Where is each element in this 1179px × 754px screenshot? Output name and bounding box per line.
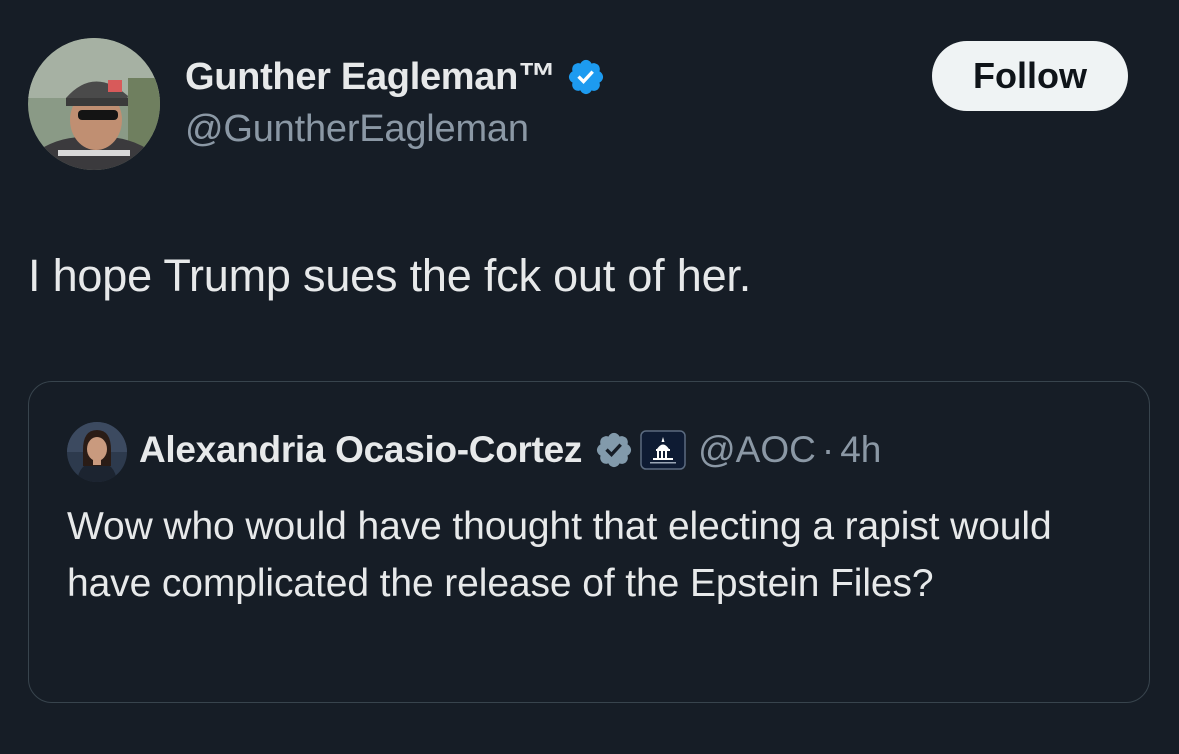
verified-badge-icon [568, 59, 603, 95]
quoted-timestamp[interactable]: 4h [840, 429, 881, 471]
tweet: Gunther Eagleman™ @GuntherEagleman Follo… [0, 0, 1179, 754]
quoted-avatar[interactable] [67, 422, 127, 482]
author-name-row: Gunther Eagleman™ [185, 54, 606, 100]
quoted-tweet[interactable]: Alexandria Ocasio-Cortez @AOC · 4h Wow w… [28, 381, 1150, 703]
quoted-avatar-image [67, 422, 127, 482]
author-display-name[interactable]: Gunther Eagleman™ [185, 56, 556, 99]
quoted-display-name[interactable]: Alexandria Ocasio-Cortez [139, 429, 582, 471]
separator-dot: · [821, 429, 835, 470]
avatar-image [28, 38, 160, 170]
author-handle[interactable]: @GuntherEagleman [185, 108, 529, 151]
tweet-text: I hope Trump sues the fck out of her. [28, 250, 752, 301]
gray-verified-badge-icon [597, 432, 632, 468]
quoted-header: Alexandria Ocasio-Cortez @AOC · 4h [139, 427, 881, 473]
avatar[interactable] [28, 38, 160, 170]
follow-button[interactable]: Follow [932, 41, 1128, 111]
capitol-icon[interactable] [640, 430, 686, 470]
quoted-handle[interactable]: @AOC [698, 429, 816, 471]
quoted-tweet-text: Wow who would have thought that electing… [67, 505, 1052, 605]
